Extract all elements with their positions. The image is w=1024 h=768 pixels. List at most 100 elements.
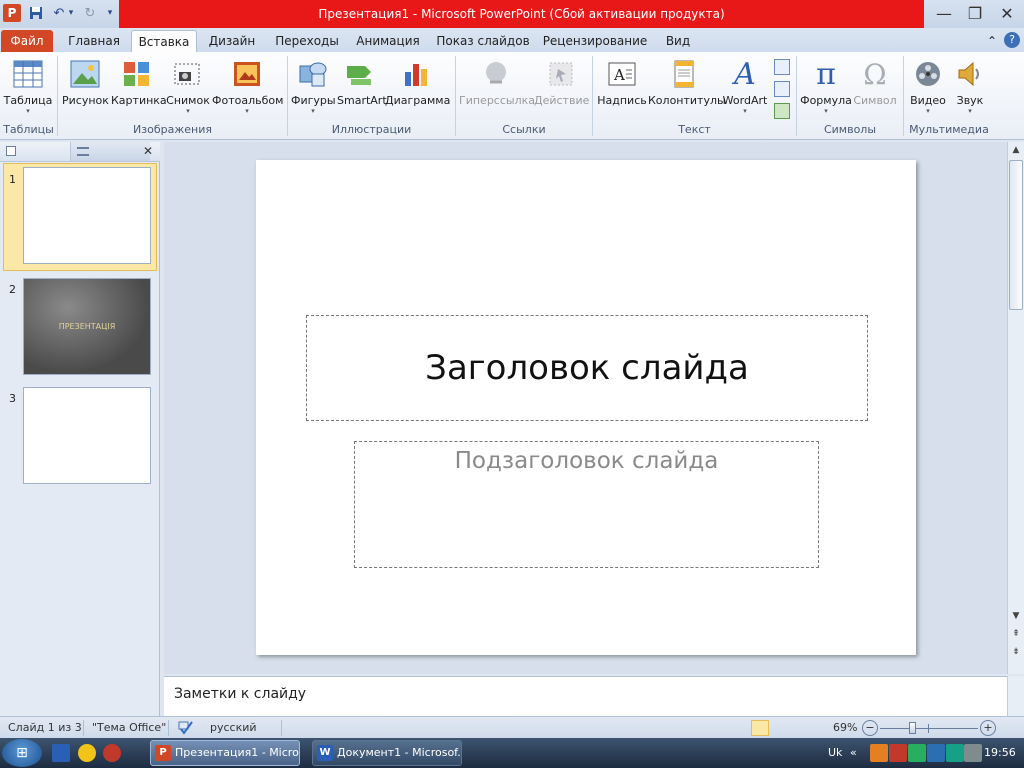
chevron-down-icon: ▾ [968, 107, 972, 115]
powerpoint-app-icon[interactable]: P [3, 4, 21, 22]
slideshow-view-icon[interactable] [807, 720, 825, 736]
audio-button[interactable]: Звук ▾ [951, 56, 989, 120]
help-icon[interactable]: ? [1004, 32, 1020, 48]
clock[interactable]: 19:56 [984, 746, 1016, 759]
date-time-icon[interactable] [774, 59, 790, 75]
close-pane-icon[interactable]: ✕ [143, 144, 153, 158]
language-bar[interactable]: Uk [828, 746, 842, 759]
undo-dropdown-icon[interactable]: ▾ [66, 4, 76, 22]
tray-app-icon[interactable] [927, 744, 945, 762]
taskbar-item-word[interactable]: W Документ1 - Microsof... [312, 740, 462, 766]
slide-number-icon[interactable] [774, 81, 790, 97]
scroll-up-icon[interactable]: ▲ [1008, 142, 1024, 158]
tab-file[interactable]: Файл [1, 30, 53, 52]
zoom-out-button[interactable]: − [862, 720, 878, 736]
close-button[interactable]: ✕ [992, 2, 1022, 24]
tab-view[interactable]: Вид [660, 30, 696, 52]
headerfooter-button[interactable]: Колонтитулы [648, 56, 726, 120]
tab-slideshow[interactable]: Показ слайдов [436, 30, 530, 52]
slide-counter: Слайд 1 из 3 [8, 721, 82, 734]
tab-insert[interactable]: Вставка [131, 30, 197, 52]
ribbon: Таблица ▾ Таблицы Рисунок Картинка Снимо… [0, 52, 1024, 140]
tray-app-icon[interactable] [946, 744, 964, 762]
outline-tab[interactable] [70, 142, 150, 161]
screenshot-button[interactable]: Снимок ▾ [166, 56, 210, 120]
textbox-button[interactable]: A Надпись [597, 56, 647, 120]
shapes-button[interactable]: Фигуры ▾ [291, 56, 336, 120]
chart-button[interactable]: Диаграмма [385, 56, 451, 120]
minimize-button[interactable]: — [929, 2, 959, 24]
chart-icon [401, 58, 433, 90]
action-icon [545, 58, 577, 90]
language-indicator[interactable]: русский [210, 721, 257, 734]
browser-quicklaunch-icon[interactable] [103, 744, 121, 762]
table-button[interactable]: Таблица ▾ [3, 56, 53, 120]
customize-qat-icon[interactable]: ▾ [104, 4, 116, 22]
chevron-down-icon: ▾ [245, 107, 249, 115]
slide-sorter-view-icon[interactable] [771, 720, 789, 736]
symbol-label: Символ [853, 94, 897, 107]
slide[interactable]: Заголовок слайда Подзаголовок слайда [256, 160, 916, 655]
tab-design[interactable]: Дизайн [204, 30, 260, 52]
slide-thumbnail-1[interactable] [23, 167, 151, 264]
zoom-in-button[interactable]: + [980, 720, 996, 736]
reading-view-icon[interactable] [789, 720, 807, 736]
theme-name[interactable]: "Тема Office" [92, 721, 166, 734]
photoalbum-button[interactable]: Фотоальбом ▾ [212, 56, 283, 120]
tab-home[interactable]: Главная [62, 30, 126, 52]
ribbon-minimize-icon[interactable]: ⌃ [984, 30, 1000, 52]
group-label-tables: Таблицы [3, 123, 54, 136]
smartart-button[interactable]: SmartArt [337, 56, 387, 120]
object-icon[interactable] [774, 103, 790, 119]
tray-app-icon[interactable] [889, 744, 907, 762]
notes-scrollbar[interactable] [1007, 676, 1024, 716]
picture-button[interactable]: Рисунок [62, 56, 109, 120]
tab-transitions[interactable]: Переходы [272, 30, 342, 52]
title-placeholder[interactable]: Заголовок слайда [306, 315, 868, 421]
hyperlink-button[interactable]: Гиперссылка [459, 56, 535, 120]
start-button[interactable]: ⊞ [2, 739, 42, 767]
drive-quicklaunch-icon[interactable] [78, 744, 96, 762]
action-button[interactable]: Действие [534, 56, 589, 120]
tray-app-icon[interactable] [870, 744, 888, 762]
slide-thumbnail-2[interactable]: ПРЕЗЕНТАЦІЯ [23, 278, 151, 375]
slide-thumbnail-3[interactable] [23, 387, 151, 484]
taskbar-item-powerpoint[interactable]: P Презентация1 - Micro... [150, 740, 300, 766]
normal-view-icon[interactable] [751, 720, 769, 736]
picture-icon [69, 58, 101, 90]
zoom-slider-handle[interactable] [909, 722, 917, 734]
taskbar: ⊞ P Презентация1 - Micro... W Документ1 … [0, 738, 1024, 768]
tab-animations[interactable]: Анимация [352, 30, 424, 52]
redo-icon[interactable]: ↻ [81, 4, 99, 22]
next-slide-icon[interactable]: ⇟ [1008, 644, 1024, 660]
video-button[interactable]: Видео ▾ [907, 56, 949, 120]
volume-icon[interactable] [964, 744, 982, 762]
slides-tab-icon[interactable] [6, 146, 16, 156]
photoalbum-icon [231, 58, 263, 90]
zoom-slider-center-tick [928, 724, 929, 733]
slide-number: 2 [9, 283, 16, 296]
quicklaunch-more-icon[interactable] [130, 744, 140, 762]
save-icon[interactable] [27, 4, 45, 22]
previous-slide-icon[interactable]: ⇞ [1008, 626, 1024, 642]
spellcheck-icon[interactable] [176, 719, 194, 738]
tray-app-icon[interactable] [908, 744, 926, 762]
scroll-down-icon[interactable]: ▼ [1008, 608, 1024, 624]
group-label-media: Мультимедиа [909, 123, 989, 136]
tray-expand-icon[interactable]: « [850, 746, 857, 759]
wordart-button[interactable]: A WordArt ▾ [721, 56, 769, 120]
equation-button[interactable]: π Формула ▾ [800, 56, 852, 120]
tab-review[interactable]: Рецензирование [542, 30, 648, 52]
clipart-button[interactable]: Картинка [111, 56, 167, 120]
word-quicklaunch-icon[interactable] [52, 744, 70, 762]
notes-pane[interactable]: Заметки к слайду [164, 676, 1007, 716]
zoom-level[interactable]: 69% [833, 721, 857, 734]
restore-button[interactable]: ❐ [960, 2, 990, 24]
symbol-button[interactable]: Ω Символ [852, 56, 898, 120]
zoom-slider[interactable] [880, 722, 978, 734]
scroll-thumb[interactable] [1009, 160, 1023, 310]
fit-to-window-icon[interactable] [1003, 720, 1021, 736]
chart-label: Диаграмма [385, 94, 451, 107]
vertical-scrollbar[interactable]: ▲ ▼ ⇞ ⇟ [1007, 142, 1024, 674]
subtitle-placeholder[interactable]: Подзаголовок слайда [354, 441, 819, 568]
